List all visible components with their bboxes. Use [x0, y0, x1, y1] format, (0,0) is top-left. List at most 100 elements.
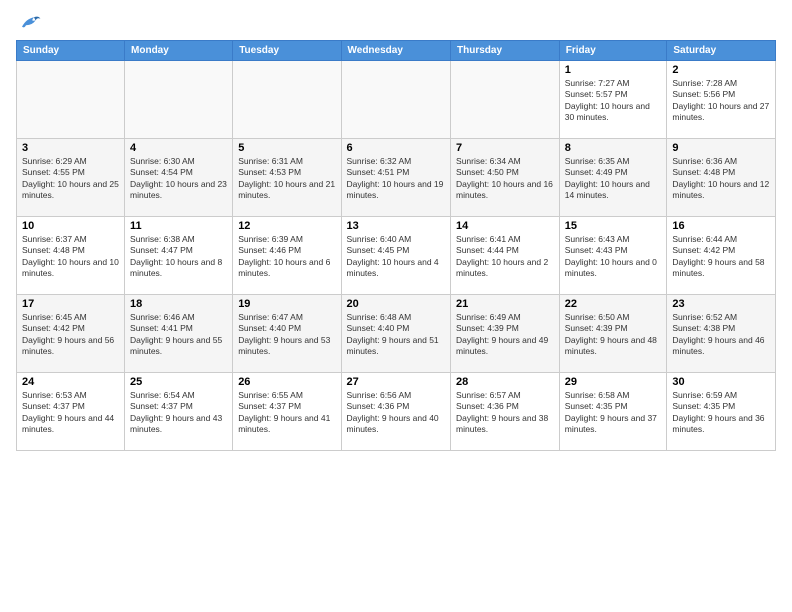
calendar-cell: 1Sunrise: 7:27 AM Sunset: 5:57 PM Daylig…: [559, 61, 667, 139]
week-row-2: 3 Sunrise: 6:29 AM Sunset: 4:55 PM Daylig…: [17, 139, 776, 217]
calendar-cell: 20 Sunrise: 6:48 AM Sunset: 4:40 PM Dayli…: [341, 295, 451, 373]
day-number: 16: [672, 220, 770, 232]
day-number: 10: [22, 220, 119, 232]
day-info: Sunrise: 6:35 AM Sunset: 4:49 PM Dayligh…: [565, 156, 662, 202]
header: [16, 12, 776, 32]
day-info: Sunrise: 6:37 AM Sunset: 4:48 PM Dayligh…: [22, 234, 119, 280]
day-number: 7: [456, 142, 554, 154]
calendar-header-tuesday: Tuesday: [233, 41, 341, 61]
calendar-cell: 28 Sunrise: 6:57 AM Sunset: 4:36 PM Dayli…: [451, 373, 560, 451]
calendar-cell: 4Sunrise: 6:30 AM Sunset: 4:54 PM Daylig…: [125, 139, 233, 217]
day-number: 5: [238, 142, 335, 154]
day-info: Sunrise: 6:31 AM Sunset: 4:53 PM Dayligh…: [238, 156, 335, 202]
day-info: Sunrise: 6:40 AM Sunset: 4:45 PM Dayligh…: [347, 234, 446, 280]
day-number: 29: [565, 376, 662, 388]
day-number: 9: [672, 142, 770, 154]
day-info: Sunrise: 6:41 AM Sunset: 4:44 PM Dayligh…: [456, 234, 554, 280]
day-info: Sunrise: 6:58 AM Sunset: 4:35 PM Dayligh…: [565, 390, 662, 436]
calendar-cell: 14 Sunrise: 6:41 AM Sunset: 4:44 PM Dayli…: [451, 217, 560, 295]
day-info: Sunrise: 6:44 AM Sunset: 4:42 PM Dayligh…: [672, 234, 770, 280]
day-number: 11: [130, 220, 227, 232]
day-info: Sunrise: 6:29 AM Sunset: 4:55 PM Dayligh…: [22, 156, 119, 202]
calendar-cell: 11 Sunrise: 6:38 AM Sunset: 4:47 PM Dayli…: [125, 217, 233, 295]
day-number: 21: [456, 298, 554, 310]
day-number: 20: [347, 298, 446, 310]
day-info: Sunrise: 6:43 AM Sunset: 4:43 PM Dayligh…: [565, 234, 662, 280]
day-number: 25: [130, 376, 227, 388]
calendar-cell: 10 Sunrise: 6:37 AM Sunset: 4:48 PM Dayli…: [17, 217, 125, 295]
week-row-1: 1Sunrise: 7:27 AM Sunset: 5:57 PM Daylig…: [17, 61, 776, 139]
day-info: Sunrise: 6:39 AM Sunset: 4:46 PM Dayligh…: [238, 234, 335, 280]
day-info: Sunrise: 6:30 AM Sunset: 4:54 PM Dayligh…: [130, 156, 227, 202]
day-number: 15: [565, 220, 662, 232]
day-number: 19: [238, 298, 335, 310]
calendar-cell: 3 Sunrise: 6:29 AM Sunset: 4:55 PM Daylig…: [17, 139, 125, 217]
calendar-cell: 30 Sunrise: 6:59 AM Sunset: 4:35 PM Dayli…: [667, 373, 776, 451]
calendar-cell: 13 Sunrise: 6:40 AM Sunset: 4:45 PM Dayli…: [341, 217, 451, 295]
day-number: 13: [347, 220, 446, 232]
calendar-header-monday: Monday: [125, 41, 233, 61]
day-number: 30: [672, 376, 770, 388]
day-number: 27: [347, 376, 446, 388]
day-info: Sunrise: 6:52 AM Sunset: 4:38 PM Dayligh…: [672, 312, 770, 358]
calendar-header-thursday: Thursday: [451, 41, 560, 61]
day-number: 3: [22, 142, 119, 154]
calendar-cell: [125, 61, 233, 139]
calendar-cell: [17, 61, 125, 139]
week-row-5: 24Sunrise: 6:53 AM Sunset: 4:37 PM Dayli…: [17, 373, 776, 451]
calendar-cell: 2 Sunrise: 7:28 AM Sunset: 5:56 PM Daylig…: [667, 61, 776, 139]
day-info: Sunrise: 6:57 AM Sunset: 4:36 PM Dayligh…: [456, 390, 554, 436]
day-info: Sunrise: 6:53 AM Sunset: 4:37 PM Dayligh…: [22, 390, 119, 436]
calendar-header-row: SundayMondayTuesdayWednesdayThursdayFrid…: [17, 41, 776, 61]
logo: [16, 12, 42, 32]
day-number: 22: [565, 298, 662, 310]
calendar-cell: 26Sunrise: 6:55 AM Sunset: 4:37 PM Dayli…: [233, 373, 341, 451]
calendar-cell: 29 Sunrise: 6:58 AM Sunset: 4:35 PM Dayli…: [559, 373, 667, 451]
day-info: Sunrise: 6:46 AM Sunset: 4:41 PM Dayligh…: [130, 312, 227, 358]
day-number: 2: [672, 64, 770, 76]
day-info: Sunrise: 6:38 AM Sunset: 4:47 PM Dayligh…: [130, 234, 227, 280]
day-number: 8: [565, 142, 662, 154]
day-info: Sunrise: 6:48 AM Sunset: 4:40 PM Dayligh…: [347, 312, 446, 358]
calendar-header-sunday: Sunday: [17, 41, 125, 61]
calendar-cell: 9Sunrise: 6:36 AM Sunset: 4:48 PM Daylig…: [667, 139, 776, 217]
calendar-cell: 27 Sunrise: 6:56 AM Sunset: 4:36 PM Dayli…: [341, 373, 451, 451]
page: SundayMondayTuesdayWednesdayThursdayFrid…: [0, 0, 792, 612]
calendar-cell: 12 Sunrise: 6:39 AM Sunset: 4:46 PM Dayli…: [233, 217, 341, 295]
day-number: 12: [238, 220, 335, 232]
calendar: SundayMondayTuesdayWednesdayThursdayFrid…: [16, 40, 776, 451]
day-info: Sunrise: 7:28 AM Sunset: 5:56 PM Dayligh…: [672, 78, 770, 124]
day-number: 18: [130, 298, 227, 310]
day-info: Sunrise: 6:47 AM Sunset: 4:40 PM Dayligh…: [238, 312, 335, 358]
day-info: Sunrise: 6:54 AM Sunset: 4:37 PM Dayligh…: [130, 390, 227, 436]
calendar-cell: [233, 61, 341, 139]
calendar-cell: 17Sunrise: 6:45 AM Sunset: 4:42 PM Dayli…: [17, 295, 125, 373]
calendar-cell: [341, 61, 451, 139]
calendar-cell: 6Sunrise: 6:32 AM Sunset: 4:51 PM Daylig…: [341, 139, 451, 217]
calendar-cell: 25 Sunrise: 6:54 AM Sunset: 4:37 PM Dayli…: [125, 373, 233, 451]
day-number: 14: [456, 220, 554, 232]
day-info: Sunrise: 6:56 AM Sunset: 4:36 PM Dayligh…: [347, 390, 446, 436]
calendar-header-friday: Friday: [559, 41, 667, 61]
calendar-cell: 7 Sunrise: 6:34 AM Sunset: 4:50 PM Daylig…: [451, 139, 560, 217]
calendar-cell: 8 Sunrise: 6:35 AM Sunset: 4:49 PM Daylig…: [559, 139, 667, 217]
day-info: Sunrise: 6:45 AM Sunset: 4:42 PM Dayligh…: [22, 312, 119, 358]
day-info: Sunrise: 6:34 AM Sunset: 4:50 PM Dayligh…: [456, 156, 554, 202]
day-number: 23: [672, 298, 770, 310]
calendar-header-saturday: Saturday: [667, 41, 776, 61]
calendar-header-wednesday: Wednesday: [341, 41, 451, 61]
day-info: Sunrise: 6:32 AM Sunset: 4:51 PM Dayligh…: [347, 156, 446, 202]
day-number: 28: [456, 376, 554, 388]
calendar-cell: 15 Sunrise: 6:43 AM Sunset: 4:43 PM Dayli…: [559, 217, 667, 295]
calendar-cell: 21 Sunrise: 6:49 AM Sunset: 4:39 PM Dayli…: [451, 295, 560, 373]
day-info: Sunrise: 6:49 AM Sunset: 4:39 PM Dayligh…: [456, 312, 554, 358]
day-info: Sunrise: 7:27 AM Sunset: 5:57 PM Dayligh…: [565, 78, 662, 124]
logo-bird-icon: [18, 12, 42, 32]
calendar-cell: 19 Sunrise: 6:47 AM Sunset: 4:40 PM Dayli…: [233, 295, 341, 373]
day-info: Sunrise: 6:59 AM Sunset: 4:35 PM Dayligh…: [672, 390, 770, 436]
calendar-cell: 23 Sunrise: 6:52 AM Sunset: 4:38 PM Dayli…: [667, 295, 776, 373]
calendar-cell: 22Sunrise: 6:50 AM Sunset: 4:39 PM Dayli…: [559, 295, 667, 373]
calendar-cell: 16 Sunrise: 6:44 AM Sunset: 4:42 PM Dayli…: [667, 217, 776, 295]
day-number: 26: [238, 376, 335, 388]
week-row-3: 10 Sunrise: 6:37 AM Sunset: 4:48 PM Dayli…: [17, 217, 776, 295]
